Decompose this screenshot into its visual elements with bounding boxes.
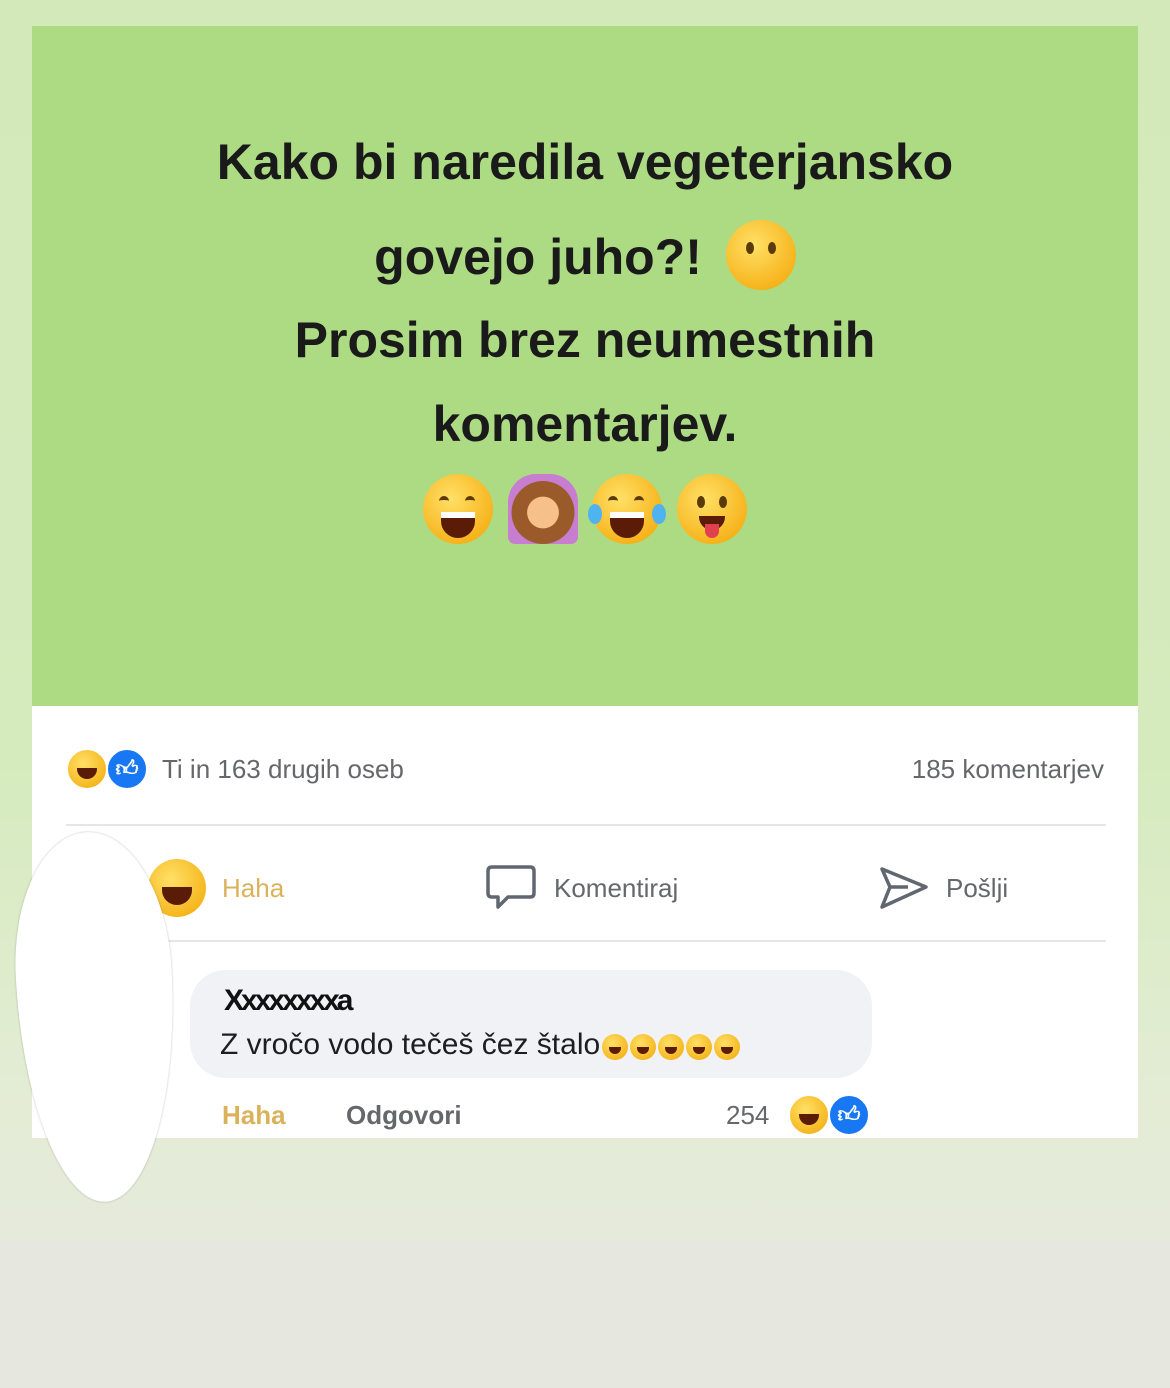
send-button[interactable]: Pošlji bbox=[878, 860, 1008, 916]
comment-bubble-icon bbox=[486, 865, 536, 909]
grinning-face-icon bbox=[630, 1034, 657, 1061]
comment-text-body: Z vročo vodo tečeš čez štalo bbox=[220, 1028, 601, 1061]
comment-button[interactable]: Komentiraj bbox=[484, 860, 678, 916]
tongue-out-face-icon bbox=[676, 474, 747, 544]
haha-button-label: Haha bbox=[222, 872, 285, 903]
post-text-line-2-text: govejo juho?! bbox=[374, 229, 702, 286]
reactions-summary[interactable]: Ti in 163 drugih oseb bbox=[162, 754, 404, 785]
emoji-row bbox=[32, 474, 1138, 544]
post-banner: Kako bi naredila vegeterjansko govejo ju… bbox=[32, 26, 1138, 706]
rolling-laughing-icon bbox=[714, 1034, 741, 1061]
comment-reply-button[interactable]: Odgovori bbox=[346, 1100, 462, 1131]
rolling-laughing-icon bbox=[658, 1034, 685, 1061]
tears-of-joy-icon bbox=[588, 474, 667, 544]
thinking-face-icon bbox=[725, 220, 796, 290]
send-arrow-icon bbox=[880, 867, 928, 909]
divider bbox=[66, 940, 1106, 942]
grinning-sweat-icon bbox=[423, 474, 494, 544]
like-reaction-icon: 👍︎ bbox=[828, 1094, 870, 1136]
post-text-line-4: komentarjev. bbox=[432, 396, 738, 452]
comments-count[interactable]: 185 komentarjev bbox=[912, 754, 1104, 785]
reactions-bar[interactable]: 👍︎ Ti in 163 drugih oseb 185 komentarjev bbox=[32, 738, 1138, 798]
post-text-line-2: govejo juho?! bbox=[32, 220, 1138, 296]
bottom-background bbox=[0, 1240, 1170, 1388]
post-text-line-3: Prosim brez neumestnih bbox=[294, 312, 876, 368]
woman-facepalming-icon bbox=[507, 474, 578, 544]
comment-actions: Haha Odgovori 254 👍︎ bbox=[32, 1094, 1138, 1138]
send-button-label: Pošlji bbox=[946, 872, 1009, 903]
post-text-line-1: Kako bi naredila vegeterjansko bbox=[216, 134, 954, 190]
divider bbox=[66, 824, 1106, 826]
rolling-laughing-icon bbox=[686, 1034, 713, 1061]
haha-reaction-icon bbox=[788, 1094, 830, 1136]
like-reaction-icon: 👍︎ bbox=[106, 748, 148, 790]
haha-reaction-icon bbox=[66, 748, 108, 790]
thinking-face-icon bbox=[602, 1034, 629, 1061]
comment-reaction-count[interactable]: 254 bbox=[726, 1100, 769, 1131]
haha-button[interactable]: Haha bbox=[148, 859, 285, 917]
comment-text: Z vročo vodo tečeš čez štalo bbox=[220, 1028, 741, 1063]
comment-emojis bbox=[600, 1029, 741, 1063]
post-card: Kako bi naredila vegeterjansko govejo ju… bbox=[32, 26, 1138, 1138]
action-bar: Haha Komentiraj Pošlji bbox=[32, 840, 1138, 936]
comment-haha-button[interactable]: Haha bbox=[222, 1100, 286, 1131]
comment-bubble: Xxxxxxxxa Z vročo vodo tečeš čez štalo bbox=[190, 970, 872, 1078]
comment-author[interactable]: Xxxxxxxxa bbox=[224, 984, 353, 1018]
comment-button-label: Komentiraj bbox=[554, 872, 679, 903]
